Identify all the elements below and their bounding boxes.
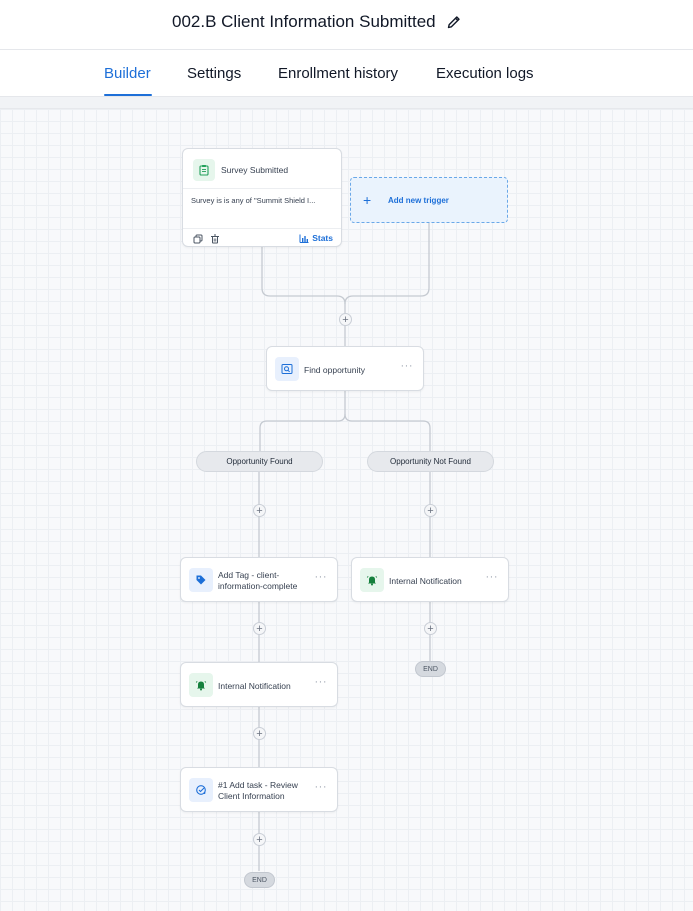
- add-step-button[interactable]: +: [253, 727, 266, 740]
- action-label-line-2: Client Information: [218, 791, 285, 801]
- action-find-opportunity[interactable]: Find opportunity ···: [266, 346, 424, 391]
- action-internal-notification[interactable]: Internal Notification ···: [180, 662, 338, 707]
- task-icon: [189, 778, 213, 802]
- search-icon: [275, 357, 299, 381]
- trigger-card-survey-submitted[interactable]: Survey Submitted Survey is is any of "Su…: [182, 148, 342, 247]
- add-step-button[interactable]: +: [253, 622, 266, 635]
- more-options-icon[interactable]: ···: [315, 677, 328, 688]
- add-step-button[interactable]: +: [424, 622, 437, 635]
- trigger-condition: Survey is is any of "Summit Shield I...: [191, 196, 316, 205]
- action-label: Internal Notification: [389, 576, 462, 586]
- action-internal-notification[interactable]: Internal Notification ···: [351, 557, 509, 602]
- add-step-button[interactable]: +: [253, 833, 266, 846]
- bar-chart-icon: [299, 234, 309, 243]
- clipboard-icon: [193, 159, 215, 181]
- add-new-trigger-button[interactable]: + Add new trigger: [350, 177, 508, 223]
- bell-icon: [189, 673, 213, 697]
- action-label: Find opportunity: [304, 365, 365, 375]
- action-label-line-1: Add Tag - client-: [218, 570, 280, 580]
- plus-icon: +: [363, 192, 372, 208]
- action-label-line-1: #1 Add task - Review: [218, 780, 298, 790]
- end-marker: END: [244, 872, 275, 888]
- trigger-title: Survey Submitted: [221, 165, 289, 175]
- more-options-icon[interactable]: ···: [486, 572, 499, 583]
- more-options-icon[interactable]: ···: [315, 572, 328, 583]
- action-add-tag[interactable]: Add Tag - client- information-complete ·…: [180, 557, 338, 602]
- branch-opportunity-found[interactable]: Opportunity Found: [196, 451, 323, 472]
- trigger-header: Survey Submitted: [183, 149, 341, 189]
- action-label-line-2: information-complete: [218, 581, 298, 591]
- action-add-task[interactable]: #1 Add task - Review Client Information …: [180, 767, 338, 812]
- action-label: Add Tag - client- information-complete: [218, 570, 297, 592]
- action-label: Internal Notification: [218, 681, 291, 691]
- copy-icon[interactable]: [192, 233, 204, 245]
- trigger-footer: Stats: [183, 228, 341, 248]
- add-step-button[interactable]: +: [424, 504, 437, 517]
- stats-label: Stats: [312, 233, 333, 243]
- branch-opportunity-not-found[interactable]: Opportunity Not Found: [367, 451, 494, 472]
- workflow-connectors: [258, 223, 431, 871]
- add-step-button[interactable]: +: [339, 313, 352, 326]
- action-label: #1 Add task - Review Client Information: [218, 780, 298, 802]
- add-step-button[interactable]: +: [253, 504, 266, 517]
- tag-icon: [189, 568, 213, 592]
- trash-icon[interactable]: [209, 233, 221, 245]
- stats-button[interactable]: Stats: [299, 233, 333, 243]
- more-options-icon[interactable]: ···: [401, 361, 414, 372]
- add-trigger-label: Add new trigger: [388, 196, 449, 205]
- bell-icon: [360, 568, 384, 592]
- more-options-icon[interactable]: ···: [315, 782, 328, 793]
- end-marker: END: [415, 661, 446, 677]
